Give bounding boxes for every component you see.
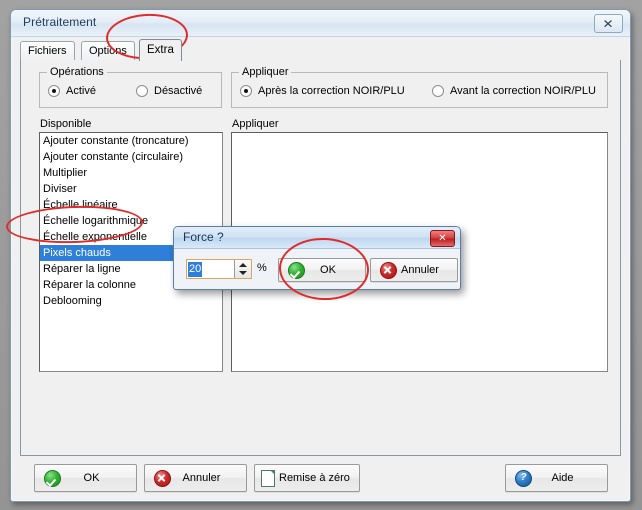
list-item[interactable]: Ajouter constante (troncature) xyxy=(40,133,222,149)
force-value-input[interactable]: 20 xyxy=(186,259,252,279)
list-item[interactable]: Échelle linéaire xyxy=(40,197,222,213)
force-cancel-button[interactable]: Annuler xyxy=(370,258,458,282)
tab-extra[interactable]: Extra xyxy=(139,39,182,61)
close-glyph: ✕ xyxy=(438,232,447,244)
radio-apply-after-label: Après la correction NOIR/PLU xyxy=(258,85,405,97)
radio-dot-icon xyxy=(240,85,252,97)
list-item[interactable]: Diviser xyxy=(40,181,222,197)
radio-operations-inactive-label: Désactivé xyxy=(154,85,203,97)
force-dialog-close-icon[interactable]: ✕ xyxy=(430,230,455,247)
cancel-cross-icon xyxy=(154,469,171,487)
cancel-button[interactable]: Annuler xyxy=(144,464,247,492)
ok-check-icon xyxy=(44,469,61,487)
close-icon[interactable]: ✕ xyxy=(594,14,623,33)
spinner-down-icon xyxy=(239,271,247,275)
force-dialog: Force ? ✕ 20 % OK Annuler xyxy=(173,226,461,290)
ok-button[interactable]: OK xyxy=(34,464,137,492)
radio-dot-icon xyxy=(136,85,148,97)
spinner-up-icon xyxy=(239,263,247,267)
ok-button-label: OK xyxy=(83,472,100,484)
help-button[interactable]: ? Aide xyxy=(505,464,608,492)
help-question-icon: ? xyxy=(515,469,532,487)
operations-groupbox: Opérations Activé Désactivé xyxy=(39,66,222,108)
tab-options[interactable]: Options xyxy=(81,41,135,60)
force-dialog-title-bar[interactable]: Force ? ✕ xyxy=(174,227,460,249)
tab-options-label: Options xyxy=(89,45,127,57)
list-item[interactable]: Multiplier xyxy=(40,165,222,181)
reset-button-label: Remise à zéro xyxy=(279,472,350,484)
ok-check-icon xyxy=(288,261,305,279)
window-title: Prétraitement xyxy=(23,15,97,29)
dialog-button-bar: OK Annuler Remise à zéro ? Aide xyxy=(20,462,621,494)
radio-operations-inactive[interactable]: Désactivé xyxy=(136,85,202,97)
tab-fichiers-label: Fichiers xyxy=(28,45,67,57)
radio-apply-before-label: Avant la correction NOIR/PLU xyxy=(450,85,596,97)
tab-strip: Fichiers Options Extra xyxy=(20,39,620,61)
force-ok-label: OK xyxy=(320,264,336,276)
help-button-label: Aide xyxy=(551,472,574,484)
radio-operations-active[interactable]: Activé xyxy=(48,85,96,97)
radio-dot-icon xyxy=(48,85,60,97)
page-icon xyxy=(261,469,275,487)
applied-list-label: Appliquer xyxy=(232,118,279,130)
force-unit-label: % xyxy=(257,262,267,274)
cancel-button-label: Annuler xyxy=(182,472,221,484)
radio-apply-before[interactable]: Avant la correction NOIR/PLU xyxy=(432,85,596,97)
radio-apply-after[interactable]: Après la correction NOIR/PLU xyxy=(240,85,405,97)
apply-legend: Appliquer xyxy=(239,66,292,78)
list-item[interactable]: Ajouter constante (circulaire) xyxy=(40,149,222,165)
force-value-text: 20 xyxy=(188,262,203,277)
cancel-cross-icon xyxy=(380,261,397,279)
force-ok-button[interactable]: OK xyxy=(278,258,366,282)
list-item[interactable]: Deblooming xyxy=(40,293,222,309)
radio-dot-icon xyxy=(432,85,444,97)
available-list-label: Disponible xyxy=(40,118,92,130)
reset-button[interactable]: Remise à zéro xyxy=(254,464,360,492)
force-dialog-title: Force ? xyxy=(183,230,224,244)
spinner-arrows[interactable] xyxy=(234,260,251,278)
force-cancel-label: Annuler xyxy=(401,264,439,276)
operations-legend: Opérations xyxy=(47,66,107,78)
radio-operations-active-label: Activé xyxy=(66,85,96,97)
window-title-bar[interactable]: Prétraitement ✕ xyxy=(11,10,630,37)
tab-extra-label: Extra xyxy=(147,44,174,56)
tab-fichiers[interactable]: Fichiers xyxy=(20,41,75,60)
apply-groupbox: Appliquer Après la correction NOIR/PLU A… xyxy=(231,66,608,108)
close-glyph: ✕ xyxy=(602,16,615,31)
